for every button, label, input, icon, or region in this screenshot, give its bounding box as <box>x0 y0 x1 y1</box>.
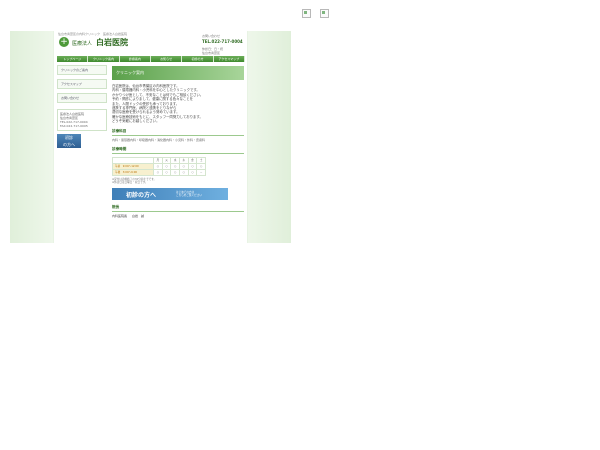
background-right <box>248 31 291 243</box>
staff-row: 内科医院長 白岩 誠 <box>112 214 244 218</box>
sidebar-info-box: 医療法人白岩医院 仙台市青葉区 TEL.022-717-0004 FAX.022… <box>57 109 107 131</box>
hero-title: クリニック案内 <box>116 70 144 75</box>
nav-item-news[interactable]: お知らせ <box>150 56 183 62</box>
brand-title[interactable]: 白岩医院 <box>96 37 128 48</box>
clinic-logo-icon[interactable]: + <box>59 37 69 47</box>
schedule-mark: ○ <box>153 168 163 176</box>
nav-item-medical[interactable]: 診療案内 <box>119 56 151 62</box>
schedule-mark: － <box>196 168 206 176</box>
sidebar-item-access[interactable]: アクセスマップ <box>57 79 107 89</box>
first-visit-banner[interactable]: 初診の方へ はじめての方は こちらをご覧ください <box>112 187 228 200</box>
schedule-note: ※休診日は日曜日・祝日です。 <box>112 181 148 185</box>
contact-block: お問い合わせ TEL.022-717-0004 休診日：日・祝 仙台市青葉区 <box>202 34 246 55</box>
sidebar-first-visit-banner[interactable]: 初診 の方へ <box>57 134 81 148</box>
intro-text: 白岩医院は、仙台市青葉区の内科医院です。 内科・循環器内科・小児科を中心としたク… <box>112 84 244 124</box>
intro-line: どうぞ気軽にお越しください。 <box>112 119 160 124</box>
schedule-time: 午後 3:00～6:00 <box>112 168 154 176</box>
webpage-screenshot: 仙台市青葉区の内科クリニック 医療法人白岩医院 + 医療法人 白岩医院 お問い合… <box>10 31 291 243</box>
contact-label: お問い合わせ <box>202 34 221 38</box>
schedule-mark: ○ <box>178 168 189 176</box>
schedule-row-afternoon: 午後 3:00～6:00 ○ ○ ○ ○ ○ － <box>112 168 206 176</box>
schedule-mark: ○ <box>170 168 180 176</box>
staff-heading: 院長 <box>112 205 244 212</box>
header-tagline: 仙台市青葉区の内科クリニック 医療法人白岩医院 <box>58 32 128 36</box>
schedule-table: 月 火 水 木 金 土 午前 9:00～12:00 ○ ○ ○ ○ ○ ○ 午後… <box>112 156 206 176</box>
sidebar-item-clinic-info[interactable]: クリニックのご案内 <box>57 65 107 75</box>
sidebar-item-contact[interactable]: お問い合わせ <box>57 93 107 103</box>
contact-tel: TEL.022-717-0004 <box>202 39 243 44</box>
nav-item-clinic[interactable]: クリニック案内 <box>88 56 120 62</box>
first-visit-banner-sub: はじめての方は こちらをご覧ください <box>176 191 202 198</box>
banner-sub-line: こちらをご覧ください <box>176 194 202 198</box>
dept-text: 内科・循環器内科・呼吸器内科・消化器内科・小児科・外科・皮膚科 <box>112 137 206 142</box>
schedule-mark: ○ <box>161 168 172 176</box>
staff-role: 内科医院長 <box>112 213 128 218</box>
nav-item-access[interactable]: アクセスマップ <box>213 56 245 62</box>
broken-image-icon <box>320 9 329 18</box>
page-container: 仙台市青葉区の内科クリニック 医療法人白岩医院 + 医療法人 白岩医院 お問い合… <box>54 31 247 243</box>
staff-name: 白岩 誠 <box>131 213 144 218</box>
hero-banner: クリニック案内 <box>112 66 244 80</box>
nav-item-first-visit[interactable]: 初診の方 <box>182 56 214 62</box>
brand-small: 医療法人 <box>72 41 93 47</box>
broken-image-icon <box>302 9 311 18</box>
main-nav: トップページ クリニック案内 診療案内 お知らせ 初診の方 アクセスマップ <box>57 56 245 62</box>
schedule-mark: ○ <box>187 168 198 176</box>
sidebar: クリニックのご案内 アクセスマップ お問い合わせ 医療法人白岩医院 仙台市青葉区… <box>57 65 107 148</box>
sidebar-banner-line: 初診 <box>65 135 73 140</box>
nav-item-top[interactable]: トップページ <box>57 56 89 62</box>
first-visit-banner-title: 初診の方へ <box>126 191 157 199</box>
sidebar-banner-line: の方へ <box>63 142 75 147</box>
dept-heading: 診療科目 <box>112 129 244 136</box>
main-content: クリニック案内 白岩医院は、仙台市青葉区の内科医院です。 内科・循環器内科・小児… <box>112 66 244 218</box>
contact-address: 仙台市青葉区 <box>202 51 221 55</box>
background-left <box>10 31 53 243</box>
schedule-notes: ※受付は診療終了の30分前までです。 ※休診日は日曜日・祝日です。 <box>112 178 244 185</box>
sidebar-info-line: FAX.022-717-0005 <box>60 124 88 128</box>
hours-heading: 診療時間 <box>112 147 244 154</box>
